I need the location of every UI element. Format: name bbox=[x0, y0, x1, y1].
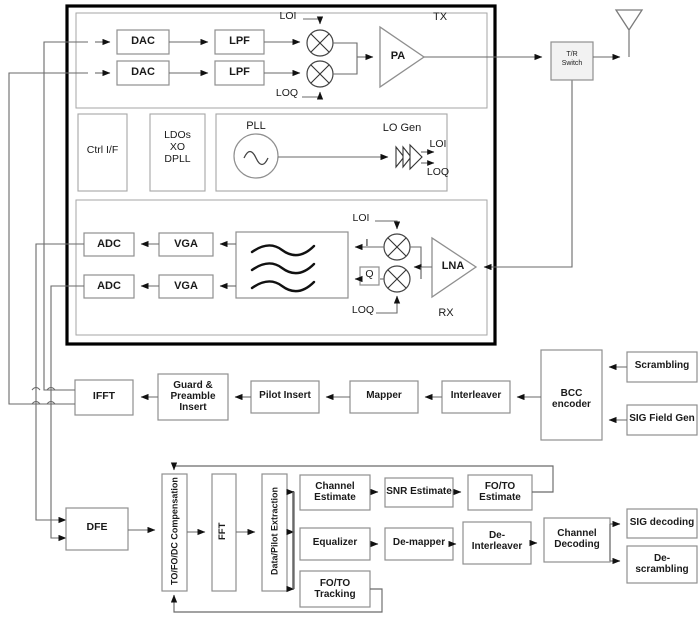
block-scrambling bbox=[626, 351, 698, 383]
block-vga-i bbox=[158, 232, 214, 257]
block-de-interleaver bbox=[462, 521, 532, 565]
block-mapper bbox=[349, 380, 419, 414]
block-adc-i bbox=[83, 232, 135, 257]
block-channel-decoding bbox=[543, 517, 611, 563]
block-sig-decoding bbox=[626, 508, 698, 539]
block-dac-i bbox=[116, 29, 170, 55]
block-interleaver bbox=[441, 380, 511, 414]
diagram-vector-layer bbox=[8, 4, 698, 613]
block-tofodc-compensation bbox=[161, 473, 188, 592]
block-bcc-encoder bbox=[540, 349, 603, 441]
block-dac-q bbox=[116, 60, 170, 86]
block-snr-estimate bbox=[384, 477, 454, 508]
block-guard-preamble bbox=[157, 373, 229, 421]
block-de-mapper bbox=[384, 527, 454, 561]
block-fft bbox=[211, 473, 237, 592]
block-sig-field-gen bbox=[626, 404, 698, 436]
label-box-q bbox=[359, 266, 380, 286]
block-ifft bbox=[74, 379, 134, 416]
block-foto-tracking bbox=[299, 570, 371, 608]
antenna-icon bbox=[614, 9, 644, 32]
block-foto-estimate bbox=[467, 474, 533, 511]
block-de-scrambling bbox=[626, 545, 698, 584]
block-lpf-q bbox=[214, 60, 265, 86]
block-channel-estimate bbox=[299, 474, 371, 511]
block-pilot-insert bbox=[250, 380, 320, 414]
block-equalizer bbox=[299, 527, 371, 561]
oscillator-pll bbox=[233, 133, 279, 179]
block-adc-q bbox=[83, 274, 135, 299]
block-lpf-i bbox=[214, 29, 265, 55]
block-vga-q bbox=[158, 274, 214, 299]
diagram-canvas: DAC DAC LPF LPF PA TX LOI LOQ Ctrl I/F L… bbox=[0, 0, 700, 622]
block-data-pilot-extraction bbox=[261, 473, 288, 592]
block-dfe bbox=[65, 507, 129, 551]
block-tr-switch bbox=[550, 41, 594, 81]
